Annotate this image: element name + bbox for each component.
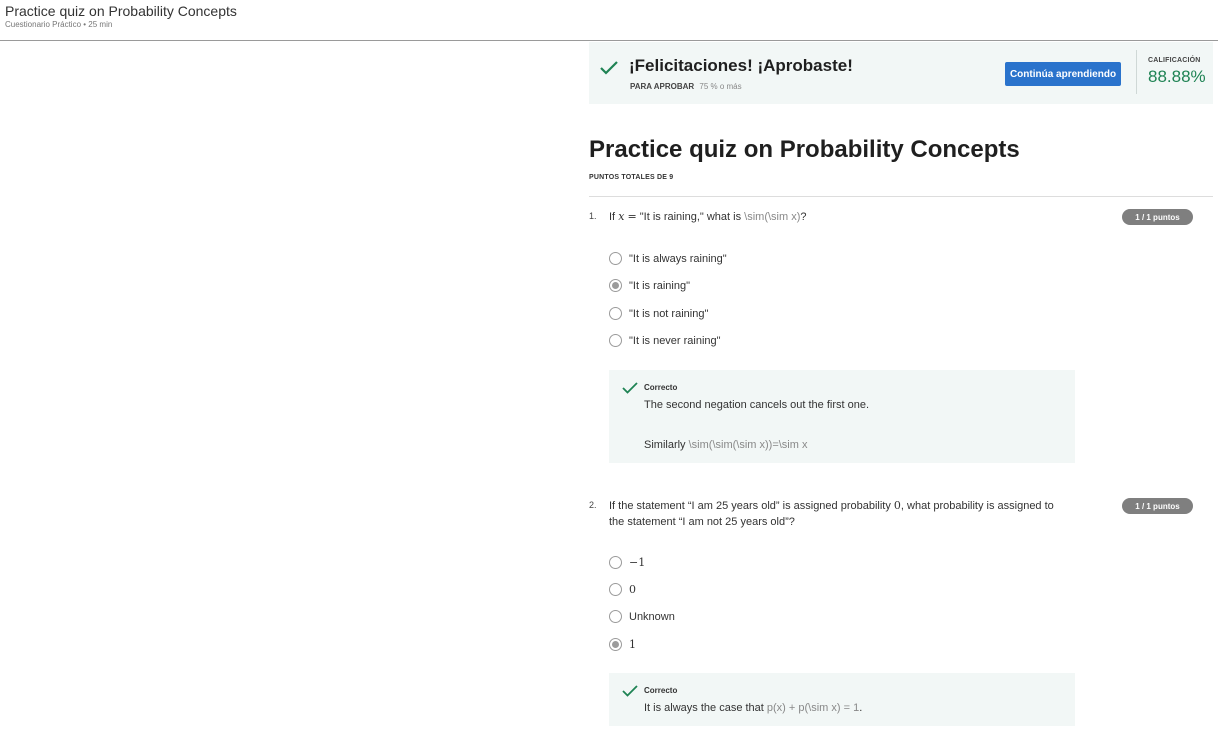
option-label: 0 — [629, 583, 636, 596]
math-number: 0 — [893, 499, 901, 512]
question-text-part: ? — [800, 211, 807, 223]
math-expression: \sim(\sim x) — [744, 211, 801, 223]
option-label: 1 — [629, 638, 636, 651]
feedback-text: It is always the case that p(x) + p(\sim… — [644, 702, 862, 714]
check-icon — [622, 685, 638, 697]
question-number: 2. — [589, 500, 597, 510]
answer-option-selected[interactable]: 1 — [609, 638, 636, 651]
grade-value: 88.88% — [1148, 67, 1206, 86]
math-expression: p(x) + p(\sim x) = 1 — [766, 702, 860, 714]
math-operator: = — [627, 210, 637, 223]
answer-option[interactable]: Unknown — [609, 610, 675, 623]
radio-button[interactable] — [609, 556, 622, 569]
question-number: 1. — [589, 211, 597, 221]
radio-button[interactable] — [609, 334, 622, 347]
question-text-part: the statement “I am not 25 years old”? — [609, 516, 795, 528]
points-badge: 1 / 1 puntos — [1122, 498, 1193, 514]
answer-option[interactable]: 0 — [609, 583, 636, 596]
divider — [589, 196, 1213, 197]
feedback-box: Correcto The second negation cancels out… — [609, 370, 1075, 463]
math-variable: x — [618, 210, 625, 223]
check-icon — [622, 382, 638, 394]
check-icon — [600, 61, 618, 75]
feedback-text: The second negation cancels out the firs… — [644, 399, 870, 411]
option-label: "It is not raining" — [629, 307, 709, 320]
option-label: "It is always raining" — [629, 252, 727, 265]
feedback-box: Correcto It is always the case that p(x)… — [609, 673, 1075, 726]
question-text: If x = "It is raining," what is \sim(\si… — [609, 209, 807, 225]
math-expression: \sim(\sim(\sim x))=\sim x — [688, 439, 808, 451]
answer-option[interactable]: −1 — [609, 556, 645, 569]
radio-button[interactable] — [609, 583, 622, 596]
question-text-part: If the statement “I am 25 years old” is … — [609, 500, 891, 512]
feedback-text-part: . — [859, 702, 863, 714]
feedback-text-part: Similarly — [644, 439, 686, 451]
pass-banner: ¡Felicitaciones! ¡Aprobaste! PARA APROBA… — [589, 42, 1213, 104]
radio-button-selected[interactable] — [609, 638, 622, 651]
top-bar: Practice quiz on Probability Concepts Cu… — [0, 0, 1218, 41]
feedback-text: Similarly \sim(\sim(\sim x))=\sim x — [644, 439, 807, 451]
radio-button[interactable] — [609, 307, 622, 320]
answer-option-selected[interactable]: "It is raining" — [609, 279, 690, 292]
answer-option[interactable]: "It is always raining" — [609, 252, 727, 265]
points-badge: 1 / 1 puntos — [1122, 209, 1193, 225]
answer-option[interactable]: "It is not raining" — [609, 307, 708, 320]
radio-button[interactable] — [609, 610, 622, 623]
course-item-subtitle: Cuestionario Práctico • 25 min — [5, 20, 113, 29]
quiz-title: Practice quiz on Probability Concepts — [589, 136, 1020, 163]
question-text: If the statement “I am 25 years old” is … — [609, 498, 1079, 530]
answer-option[interactable]: "It is never raining" — [609, 334, 721, 347]
pass-requirement-label: PARA APROBAR — [630, 82, 695, 91]
feedback-label: Correcto — [644, 383, 678, 392]
pass-requirement-value: 75 % o más — [699, 82, 742, 91]
question-text-part: , what probability is assigned to — [900, 500, 1054, 512]
option-label: "It is raining" — [629, 279, 690, 292]
course-item-title: Practice quiz on Probability Concepts — [5, 3, 237, 19]
option-label: −1 — [629, 556, 646, 569]
question-text-part: "It is raining," what is — [639, 211, 742, 223]
feedback-text-part: It is always the case that — [644, 702, 764, 714]
congrats-message: ¡Felicitaciones! ¡Aprobaste! — [629, 56, 853, 75]
grade-label: CALIFICACIÓN — [1148, 57, 1201, 64]
feedback-label: Correcto — [644, 686, 678, 695]
option-label: Unknown — [629, 610, 675, 623]
total-points: PUNTOS TOTALES DE 9 — [589, 174, 674, 181]
pass-requirement: PARA APROBAR 75 % o más — [630, 82, 742, 91]
radio-button[interactable] — [609, 252, 622, 265]
radio-button-selected[interactable] — [609, 279, 622, 292]
question-text-part: If — [609, 211, 616, 223]
option-label: "It is never raining" — [629, 334, 721, 347]
continue-learning-button[interactable]: Continúa aprendiendo — [1005, 62, 1121, 86]
banner-divider — [1136, 50, 1137, 94]
